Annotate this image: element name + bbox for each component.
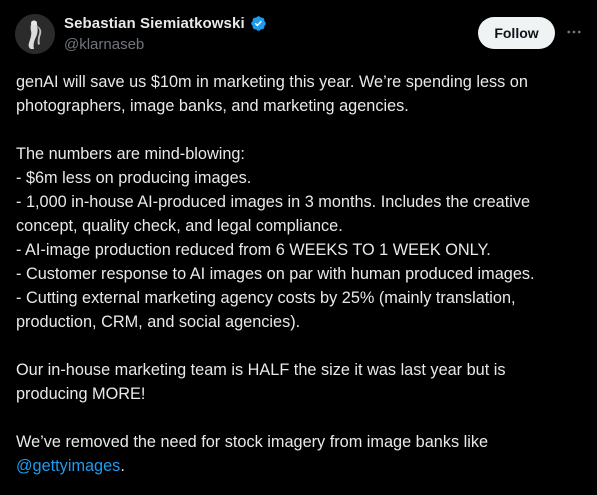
closing-mention-line: @gettyimages.	[16, 454, 586, 478]
text-line: genAI will save us $10m in marketing thi…	[16, 73, 528, 91]
verified-badge-icon	[250, 15, 267, 32]
author-name-row: Sebastian Siemiatkowski	[64, 15, 267, 32]
bullet-line: - 1,000 in-house AI-produced images in 3…	[16, 193, 531, 211]
bullet-line: - AI-image production reduced from 6 WEE…	[16, 241, 491, 259]
gettyimages-mention-link[interactable]: @gettyimages	[16, 457, 120, 475]
author-handle[interactable]: @klarnaseb	[64, 36, 144, 53]
text-line: We’ve removed the need for stock imagery…	[16, 433, 489, 451]
author-display-name[interactable]: Sebastian Siemiatkowski	[64, 15, 245, 32]
more-horizontal-icon	[567, 30, 581, 34]
bullet-line: - Cutting external marketing agency cost…	[16, 289, 516, 307]
bullet-line: - Customer response to AI images on par …	[16, 265, 535, 283]
avatar-image	[15, 14, 55, 54]
profile-avatar[interactable]	[15, 14, 55, 54]
bullet-line: - $6m less on producing images.	[16, 169, 252, 187]
follow-button[interactable]: Follow	[478, 17, 555, 49]
more-options-button[interactable]	[564, 22, 584, 42]
tweet-numbers-paragraph: The numbers are mind-blowing: - $6m less…	[16, 142, 586, 334]
text-line: producing MORE!	[16, 385, 146, 403]
bullet-line: concept, quality check, and legal compli…	[16, 217, 343, 235]
text-line: photographers, image banks, and marketin…	[16, 97, 409, 115]
tweet-closing-paragraph: We’ve removed the need for stock imagery…	[16, 430, 586, 478]
closing-period: .	[120, 457, 125, 475]
tweet-text: genAI will save us $10m in marketing thi…	[16, 70, 586, 478]
text-line: Our in-house marketing team is HALF the …	[16, 361, 506, 379]
tweet-team-paragraph: Our in-house marketing team is HALF the …	[16, 358, 586, 406]
tweet-intro-paragraph: genAI will save us $10m in marketing thi…	[16, 70, 586, 118]
tweet-card: Sebastian Siemiatkowski @klarnaseb Follo…	[0, 0, 597, 495]
numbers-heading: The numbers are mind-blowing:	[16, 145, 245, 163]
bullet-line: production, CRM, and social agencies).	[16, 313, 301, 331]
